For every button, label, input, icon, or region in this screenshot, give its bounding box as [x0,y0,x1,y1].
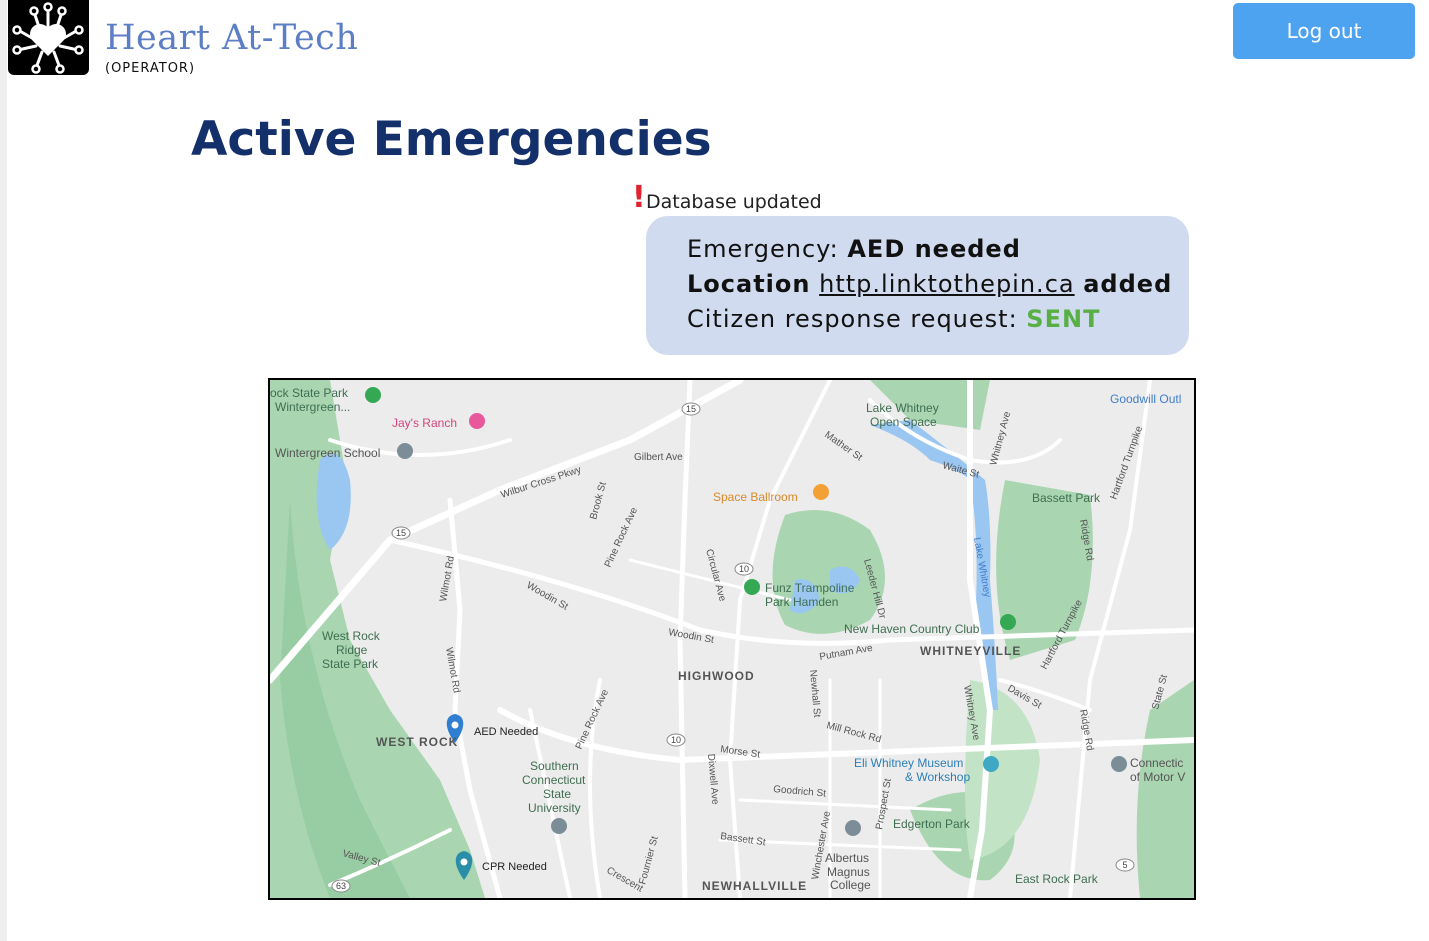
emergency-value: AED needed [847,235,1021,263]
map-label-west-rock-2: Ridge [336,643,368,657]
notice-text: Database updated [646,191,822,213]
map-label-whitneyville: WHITNEYVILLE [920,644,1021,658]
map-label-funz-2: Park Hamden [765,595,838,609]
map-label-gilbert: Gilbert Ave [634,452,683,463]
location-link[interactable]: http.linktothepin.ca [819,270,1074,298]
map-label-scsu-2: Connecticut [522,773,586,787]
emergency-line: Emergency: AED needed [687,233,1189,268]
route-10-shield-north: 10 [739,564,749,574]
school-icon[interactable] [397,443,413,459]
map-label-edgerton: Edgerton Park [893,817,971,831]
circuit-heart-icon [8,0,89,75]
tree-icon[interactable] [365,387,381,403]
map-label-wintergreen: Wintergreen... [275,400,350,414]
museum-icon[interactable] [983,756,999,772]
database-notice: ! Database updated [632,180,822,215]
map-label-scsu-1: Southern [530,759,579,773]
map-label-funz-1: Funz Trampoline [765,581,855,595]
emergency-label: Emergency: [687,235,848,263]
map-label-west-rock-3: State Park [322,657,379,671]
exclamation-icon: ! [632,180,646,215]
citizen-label: Citizen response request: [687,305,1027,333]
university-icon[interactable] [551,818,567,834]
map-label-albertus-3: College [830,878,871,892]
map-label-aed-needed: AED Needed [474,726,538,738]
golf-icon[interactable] [1000,614,1016,630]
citizen-line: Citizen response request: SENT [687,303,1189,338]
logout-button[interactable]: Log out [1233,3,1415,59]
map-label-albertus-1: Albertus [825,851,869,865]
map-label-state-park: ock State Park [270,386,349,400]
route-63-shield: 63 [336,881,346,891]
role-label: (OPERATOR) [105,61,196,76]
map-label-cpr-needed: CPR Needed [482,861,547,873]
museum-icon-east[interactable] [1111,756,1127,772]
page-title: Active Emergencies [191,112,712,167]
location-suffix: added [1083,270,1173,298]
trampoline-park-icon[interactable] [744,579,760,595]
emergency-alert-card: Emergency: AED needed Location http.link… [646,216,1189,355]
map-label-west-rock: WEST ROCK [376,735,458,749]
location-line: Location http.linktothepin.ca added [687,268,1189,303]
map-label-east-rock: East Rock Park [1015,872,1099,886]
route-15-shield-west: 15 [396,528,406,538]
route-15-shield-north: 15 [686,404,696,414]
hotel-icon[interactable] [469,413,485,429]
citizen-status: SENT [1026,305,1101,333]
map-label-open-space: Open Space [870,415,937,429]
map-canvas[interactable]: 15 15 10 10 63 5 ock State Park Wintergr… [270,380,1194,898]
map-label-connecticut-1: Connectic [1130,756,1183,770]
entertainment-icon[interactable] [813,484,829,500]
brand-name: Heart At-Tech [105,18,359,58]
map-label-lake-whitney: Lake Whitney [866,401,939,415]
map-label-scsu-4: University [528,801,581,815]
map-label-newhallville: NEWHALLVILLE [702,879,807,893]
map-label-scsu-3: State [543,787,571,801]
map-label-eli-whitney-1: Eli Whitney Museum [854,756,963,770]
map-label-wintergreen-school: Wintergreen School [275,446,380,460]
map-label-eli-whitney-2: & Workshop [905,770,970,784]
map-label-nhcc: New Haven Country Club [844,622,980,636]
map-label-jays-ranch: Jay's Ranch [392,416,457,430]
map-label-albertus-2: Magnus [827,865,870,879]
map-label-space-ballroom: Space Ballroom [713,490,798,504]
college-icon[interactable] [845,820,861,836]
route-5-shield: 5 [1122,860,1127,870]
emergency-map[interactable]: 15 15 10 10 63 5 ock State Park Wintergr… [268,378,1196,900]
map-label-west-rock-1: West Rock [322,629,381,643]
location-label: Location [687,270,811,298]
route-10-shield-south: 10 [671,735,681,745]
left-edge-rule [0,0,7,941]
map-label-goodwill: Goodwill Outl [1110,392,1181,406]
map-label-bassett-park: Bassett Park [1032,491,1101,505]
map-label-connecticut-2: of Motor V [1130,770,1185,784]
map-label-highwood: HIGHWOOD [678,669,755,683]
